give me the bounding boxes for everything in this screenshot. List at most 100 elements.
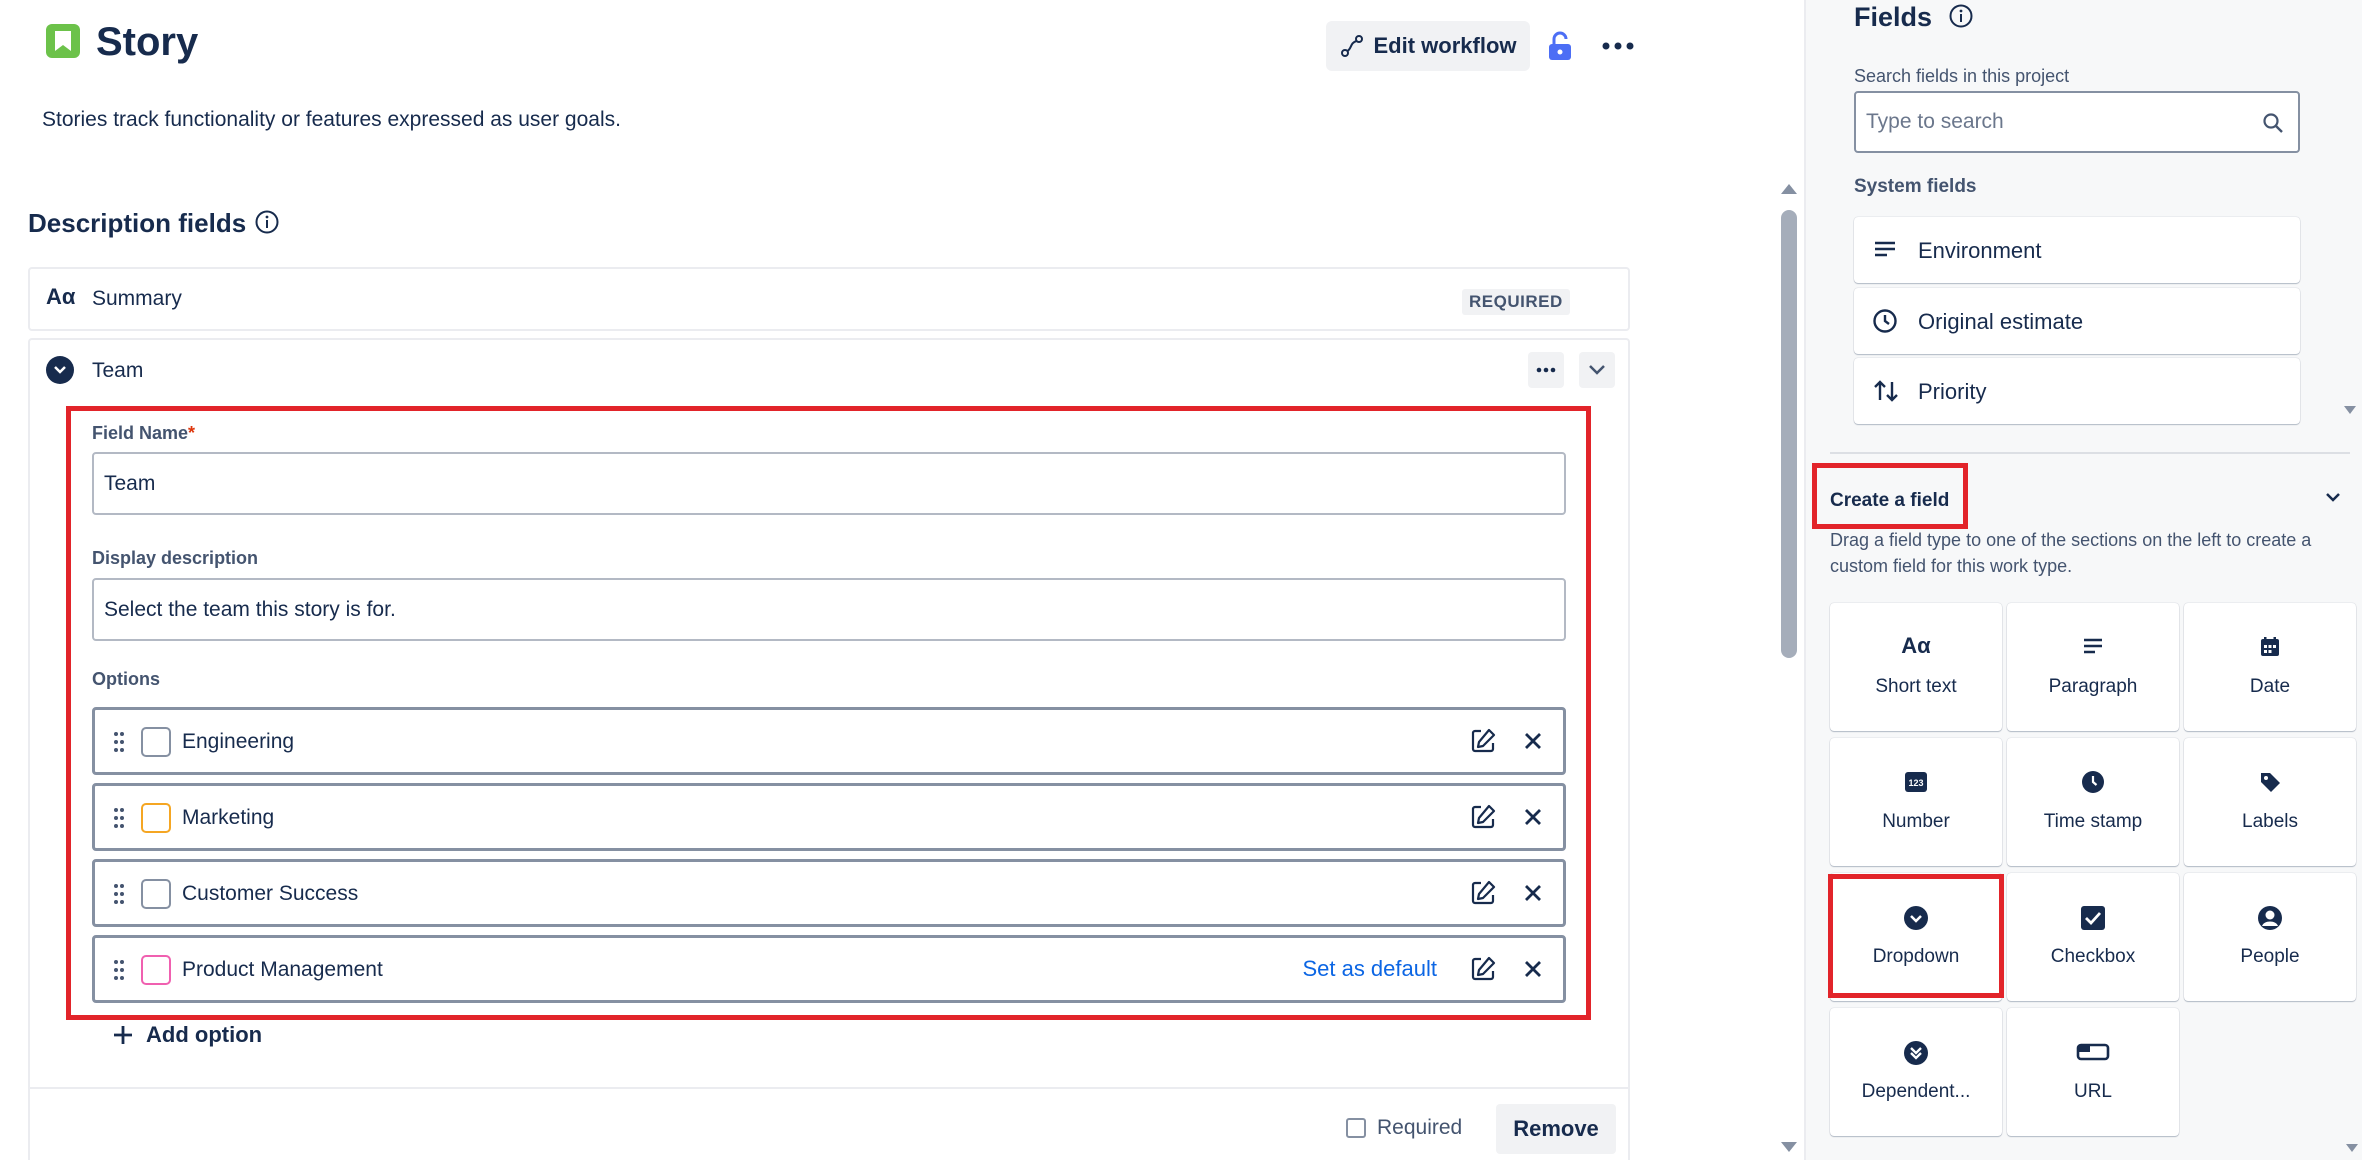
description-fields-title: Description fields xyxy=(28,208,247,238)
more-icon xyxy=(1536,367,1556,373)
paragraph-icon xyxy=(2007,635,2179,659)
chevron-down-icon[interactable] xyxy=(2324,490,2342,508)
option-row[interactable]: Engineering xyxy=(92,707,1566,775)
unlock-icon xyxy=(1549,31,1571,60)
field-type-label: Labels xyxy=(2242,811,2298,832)
set-as-default-link[interactable]: Set as default xyxy=(1302,956,1437,982)
field-type-dependent-dropdown[interactable]: Dependent... xyxy=(1830,1008,2002,1136)
close-icon[interactable] xyxy=(1521,957,1545,986)
system-field-label: Priority xyxy=(1918,379,1987,404)
field-type-url[interactable]: URL xyxy=(2007,1008,2179,1136)
search-placeholder: Type to search xyxy=(1866,110,2004,133)
field-type-checkbox[interactable]: Checkbox xyxy=(2007,873,2179,1001)
highlight-box xyxy=(1828,874,2004,998)
summary-field-row[interactable] xyxy=(28,267,1630,331)
field-type-number[interactable]: 123 Number xyxy=(1830,738,2002,866)
field-type-label: Date xyxy=(2249,676,2291,697)
team-field-label: Team xyxy=(92,359,144,382)
option-label: Customer Success xyxy=(182,882,359,905)
field-type-label: People xyxy=(2240,946,2300,967)
create-field-title[interactable]: Create a field xyxy=(1830,490,1949,512)
scroll-up-arrow[interactable] xyxy=(1779,182,1799,201)
option-color-swatch[interactable] xyxy=(141,879,171,909)
remove-button[interactable]: Remove xyxy=(1496,1104,1616,1154)
display-description-input[interactable]: Select the team this story is for. xyxy=(92,578,1566,641)
drag-handle-icon[interactable] xyxy=(113,730,125,759)
option-row[interactable]: Customer Success xyxy=(92,859,1566,927)
option-row[interactable]: Marketing xyxy=(92,783,1566,851)
scroll-down-arrow[interactable] xyxy=(2345,1140,2359,1158)
field-type-label: Dependent... xyxy=(1861,1081,1971,1102)
system-field-original-estimate[interactable]: Original estimate xyxy=(1854,288,2300,354)
edit-icon[interactable] xyxy=(1469,955,1497,988)
sort-arrows-icon xyxy=(1872,378,1900,409)
field-type-label: Paragraph xyxy=(2048,676,2138,697)
plus-icon xyxy=(114,1026,132,1044)
field-type-paragraph[interactable]: Paragraph xyxy=(2007,603,2179,731)
link-icon xyxy=(2007,1040,2179,1064)
team-more-button[interactable] xyxy=(1528,352,1564,388)
required-checkbox-label: Required xyxy=(1377,1116,1463,1139)
fields-panel-title: Fields xyxy=(1854,2,1933,32)
scroll-down-arrow[interactable] xyxy=(2343,402,2357,420)
field-type-label: Checkbox xyxy=(2050,946,2136,967)
field-type-label: Short text xyxy=(1875,676,1957,697)
field-type-time-stamp[interactable]: Time stamp xyxy=(2007,738,2179,866)
team-collapse-button[interactable] xyxy=(1579,352,1615,388)
drag-handle-icon[interactable] xyxy=(113,806,125,835)
system-field-environment[interactable]: Environment xyxy=(1854,217,2300,283)
main-content: Story Edit workflow Stories track functi… xyxy=(0,0,1800,1160)
option-color-swatch[interactable] xyxy=(141,727,171,757)
more-actions-button[interactable] xyxy=(1596,28,1640,64)
close-icon[interactable] xyxy=(1521,729,1545,758)
drag-handle-icon[interactable] xyxy=(113,958,125,987)
field-type-short-text[interactable]: Aα Short text xyxy=(1830,603,2002,731)
main-scrollbar-thumb[interactable] xyxy=(1781,210,1797,658)
required-star: * xyxy=(188,423,196,443)
drag-handle-icon[interactable] xyxy=(113,882,125,911)
info-icon[interactable] xyxy=(254,209,280,240)
field-type-labels[interactable]: Labels xyxy=(2184,738,2356,866)
clock-icon xyxy=(2007,770,2179,794)
search-icon xyxy=(2262,112,2284,140)
close-icon[interactable] xyxy=(1521,881,1545,910)
clock-icon xyxy=(1872,308,1898,339)
field-type-people[interactable]: People xyxy=(2184,873,2356,1001)
field-name-input[interactable]: Team xyxy=(92,452,1566,515)
page-title: Story xyxy=(96,20,199,64)
options-label: Options xyxy=(92,669,160,689)
add-option-button[interactable]: Add option xyxy=(112,1022,262,1048)
search-fields-input[interactable]: Type to search xyxy=(1854,91,2300,153)
add-option-label: Add option xyxy=(146,1022,263,1047)
divider xyxy=(1830,452,2350,454)
option-row[interactable]: Product Management Set as default xyxy=(92,935,1566,1003)
paragraph-lines-icon xyxy=(1872,237,1898,268)
chevron-down-icon xyxy=(1589,365,1605,375)
edit-icon[interactable] xyxy=(1469,803,1497,836)
tag-icon xyxy=(2184,770,2356,794)
restrictions-button[interactable] xyxy=(1542,28,1578,64)
field-type-date[interactable]: Date xyxy=(2184,603,2356,731)
required-badge: REQUIRED xyxy=(1462,289,1570,315)
option-color-swatch[interactable] xyxy=(141,955,171,985)
page-subtitle: Stories track functionality or features … xyxy=(42,108,621,131)
system-field-priority[interactable]: Priority xyxy=(1854,358,2300,424)
info-icon[interactable] xyxy=(1948,3,1974,34)
short-text-icon: Aα xyxy=(1901,633,1931,658)
short-text-icon: Aα xyxy=(46,284,76,309)
required-checkbox[interactable] xyxy=(1346,1118,1366,1138)
edit-icon[interactable] xyxy=(1469,727,1497,760)
scroll-down-arrow[interactable] xyxy=(1779,1140,1799,1159)
create-field-description: Drag a field type to one of the sections… xyxy=(1830,530,2312,576)
edit-workflow-button[interactable]: Edit workflow xyxy=(1326,21,1530,71)
close-icon[interactable] xyxy=(1521,805,1545,834)
system-field-label: Environment xyxy=(1918,238,2042,263)
display-description-label: Display description xyxy=(92,548,259,568)
workflow-icon xyxy=(1340,35,1363,57)
calendar-icon xyxy=(2184,635,2356,659)
option-label: Product Management xyxy=(182,958,383,981)
field-type-label: Number xyxy=(1882,811,1950,832)
option-color-swatch[interactable] xyxy=(141,803,171,833)
system-fields-label: System fields xyxy=(1854,176,1977,197)
edit-icon[interactable] xyxy=(1469,879,1497,912)
